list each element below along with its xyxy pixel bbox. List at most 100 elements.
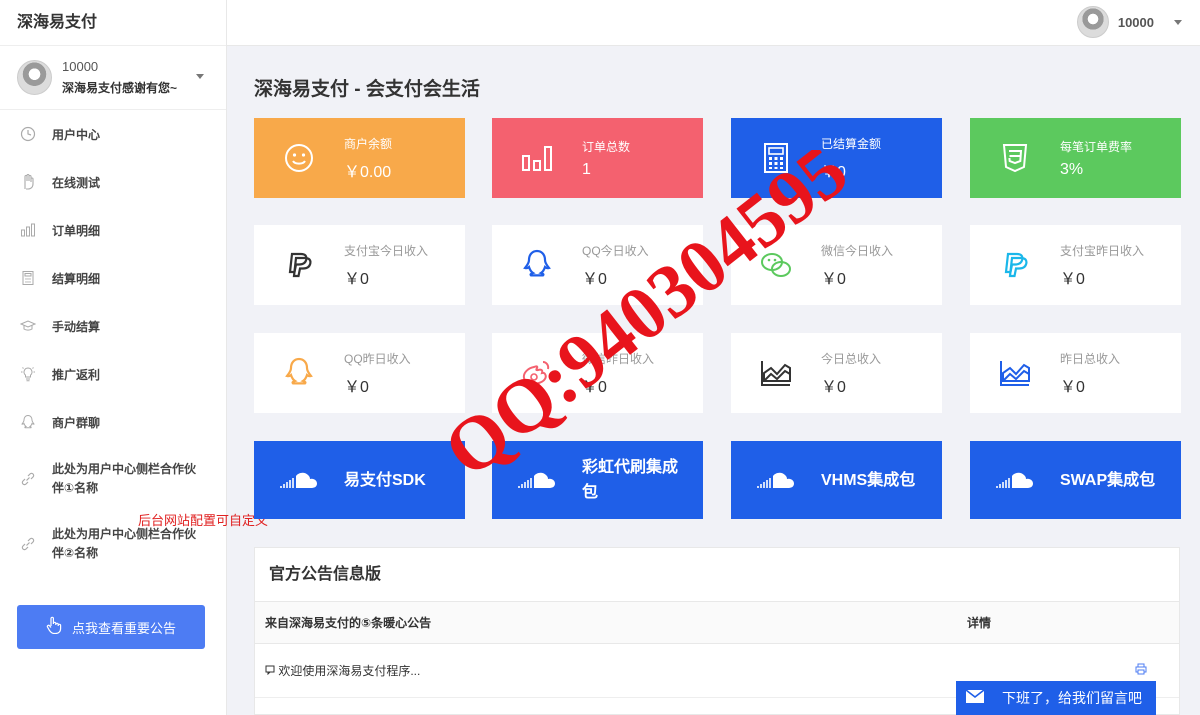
stat-value: ￥0 [1060, 378, 1085, 396]
stat-card-yesterday-total: 昨日总收入 ￥0 [970, 333, 1181, 413]
sidebar-item-promotion[interactable]: 推广返利 [0, 350, 226, 398]
page-title: 深海易支付 - 会支付会生活 [254, 79, 480, 100]
sidebar-nav: 用户中心 在线测试 订单明细 结算明细 手动结算 推广返利 商户群聊 此处为用户… [0, 110, 226, 576]
leave-message-label: 下班了，给我们留言吧 [1002, 690, 1142, 706]
announcement-row-text: 欢迎使用深海易支付程序... [278, 664, 421, 678]
paypal-icon [254, 251, 344, 279]
profile-id: 10000 [62, 59, 99, 74]
sidebar-custom-note: 后台网站配置可自定义 [138, 513, 269, 528]
announcement-col-detail: 详情 [967, 616, 992, 630]
sidebar-item-label: 在线测试 [52, 175, 101, 190]
sidebar-item-label: 结算明细 [52, 271, 101, 286]
stat-label: QQ今日收入 [582, 243, 649, 258]
stat-card-qq-today: QQ今日收入 ￥0 [492, 225, 703, 305]
stat-value: ￥0 [582, 378, 607, 396]
stat-label: 商户余额 [344, 136, 393, 151]
sdk-button-epay[interactable]: 易支付SDK [254, 441, 465, 519]
calculator-icon [20, 270, 36, 286]
top-user-menu[interactable]: 10000 [1076, 6, 1182, 38]
paypal-icon [970, 251, 1060, 279]
sidebar-item-partner-1[interactable]: 此处为用户中心侧栏合作伙伴①名称 [0, 446, 226, 511]
soundcloud-icon [254, 470, 344, 490]
sdk-button-rainbow[interactable]: 彩虹代刷集成包 [492, 441, 703, 519]
stat-value: ￥0 [344, 378, 369, 396]
stat-label: 已结算金额 [821, 136, 882, 151]
important-notice-label: 点我查看重要公告 [71, 620, 176, 636]
brand-title[interactable]: 深海易支付 [0, 0, 226, 46]
sdk-label: SWAP集成包 [1060, 471, 1156, 489]
sidebar: 深海易支付 10000 深海易支付感谢有您~ 用户中心 在线测试 订单明细 结算… [0, 0, 227, 715]
sidebar-item-label: 此处为用户中心侧栏合作伙伴①名称 [52, 461, 197, 495]
sdk-button-swap[interactable]: SWAP集成包 [970, 441, 1181, 519]
stat-value: 1 [582, 160, 591, 178]
stat-value: 3% [1060, 160, 1084, 178]
avatar [1076, 6, 1109, 38]
area-chart-icon [970, 359, 1060, 387]
stat-value: ￥0 [582, 270, 607, 288]
stat-label: 订单总数 [582, 139, 631, 154]
sidebar-item-user-center[interactable]: 用户中心 [0, 110, 226, 158]
stat-card-settled-amount: 已结算金额 ￥0 [731, 118, 942, 198]
bar-chart-icon [20, 222, 36, 238]
topbar: 10000 [227, 0, 1200, 46]
css3-icon [970, 143, 1060, 173]
stat-label: 支付宝今日收入 [344, 243, 429, 258]
stat-label: 微信今日收入 [821, 243, 894, 258]
stat-value: ￥0 [821, 270, 846, 288]
hand-icon [20, 174, 36, 190]
stat-label: QQ昨日收入 [344, 351, 411, 366]
stat-card-order-count: 订单总数 1 [492, 118, 703, 198]
calculator-icon [731, 142, 821, 174]
announcement-row-text-wrap: 欢迎使用深海易支付程序... [255, 662, 1135, 679]
stat-card-balance: 商户余额 ￥0.00 [254, 118, 465, 198]
stat-card-wechat-today: 微信今日收入 ￥0 [731, 225, 942, 305]
stat-label: 今日总收入 [821, 351, 882, 366]
chevron-down-icon[interactable] [196, 74, 204, 79]
sidebar-item-order-detail[interactable]: 订单明细 [0, 206, 226, 254]
sidebar-item-manual-settlement[interactable]: 手动结算 [0, 302, 226, 350]
announcement-col-title: 来自深海易支付的⑤条暖心公告 [265, 616, 432, 630]
stat-value: ￥0 [1060, 270, 1085, 288]
soundcloud-icon [970, 470, 1060, 490]
graduation-cap-icon [20, 318, 36, 334]
sidebar-item-label: 推广返利 [52, 367, 101, 382]
qq-icon [254, 357, 344, 389]
message-icon [265, 664, 278, 678]
sidebar-item-online-test[interactable]: 在线测试 [0, 158, 226, 206]
sidebar-item-label: 订单明细 [52, 223, 101, 238]
area-chart-icon [731, 359, 821, 387]
stat-label: 微信昨日收入 [582, 351, 655, 366]
weibo-icon [492, 359, 582, 387]
sdk-label: 易支付SDK [344, 471, 426, 489]
announcement-header: 来自深海易支付的⑤条暖心公告 详情 [255, 602, 1179, 644]
stat-card-wechat-yesterday: 微信昨日收入 ￥0 [492, 333, 703, 413]
envelope-icon [965, 688, 985, 707]
stat-label: 支付宝昨日收入 [1060, 243, 1145, 258]
stat-value: ￥0 [821, 378, 846, 396]
print-icon[interactable] [1135, 663, 1147, 678]
wechat-icon [731, 251, 821, 279]
qq-icon [20, 414, 36, 430]
profile-message: 深海易支付感谢有您~ [62, 81, 178, 95]
chevron-down-icon [1174, 19, 1182, 25]
important-notice-button[interactable]: 点我查看重要公告 [17, 605, 205, 649]
stat-value: ￥0.00 [344, 163, 392, 181]
sdk-button-vhms[interactable]: VHMS集成包 [731, 441, 942, 519]
leave-message-button[interactable]: 下班了，给我们留言吧 [956, 681, 1156, 715]
sidebar-item-label: 手动结算 [52, 319, 101, 334]
soundcloud-icon [731, 470, 821, 490]
soundcloud-icon [492, 470, 582, 490]
lightbulb-icon [20, 366, 36, 382]
link-icon [20, 536, 36, 552]
stat-card-qq-yesterday: QQ昨日收入 ￥0 [254, 333, 465, 413]
stat-card-alipay-today: 支付宝今日收入 ￥0 [254, 225, 465, 305]
stat-label: 昨日总收入 [1060, 351, 1121, 366]
sidebar-item-label: 商户群聊 [52, 415, 101, 430]
profile-panel[interactable]: 10000 深海易支付感谢有您~ [0, 46, 226, 110]
sidebar-item-settlement-detail[interactable]: 结算明细 [0, 254, 226, 302]
qq-icon [492, 249, 582, 281]
avatar [17, 60, 52, 95]
sidebar-item-merchant-chat[interactable]: 商户群聊 [0, 398, 226, 446]
sidebar-item-label: 用户中心 [52, 127, 101, 142]
pointer-hand-icon [46, 616, 62, 639]
